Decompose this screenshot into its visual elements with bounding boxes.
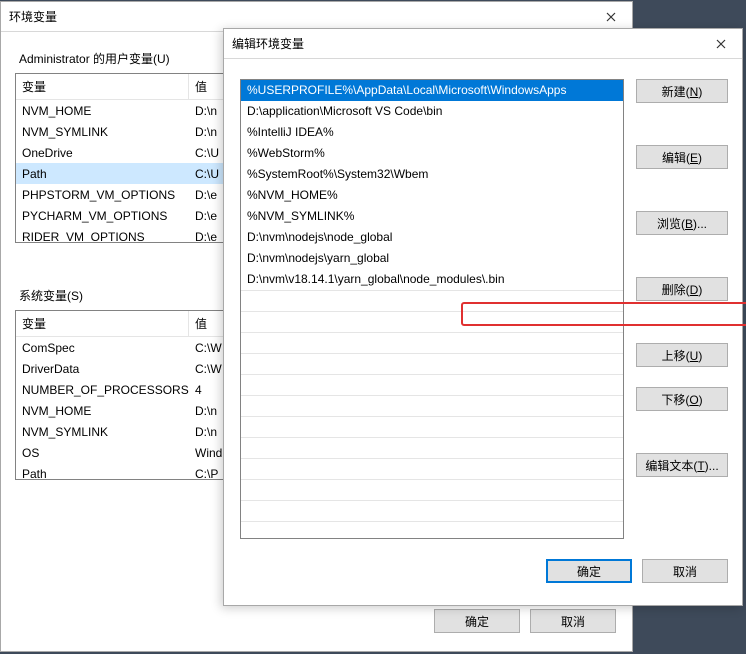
list-item[interactable]: D:\nvm\nodejs\yarn_global: [241, 248, 623, 269]
list-item[interactable]: %SystemRoot%\System32\Wbem: [241, 164, 623, 185]
var-name: DriverData: [16, 360, 189, 378]
new-button[interactable]: 新建(N): [636, 79, 728, 103]
close-icon[interactable]: [700, 30, 742, 58]
edit-text-button[interactable]: 编辑文本(T)...: [636, 453, 728, 477]
dialog-title-text: 环境变量: [9, 8, 57, 25]
list-item[interactable]: D:\nvm\v18.14.1\yarn_global\node_modules…: [241, 269, 623, 290]
list-item[interactable]: %NVM_SYMLINK%: [241, 206, 623, 227]
var-name: NVM_SYMLINK: [16, 423, 189, 441]
var-name: NVM_HOME: [16, 402, 189, 420]
var-name: Path: [16, 165, 189, 183]
list-item[interactable]: D:\application\Microsoft VS Code\bin: [241, 101, 623, 122]
move-down-button[interactable]: 下移(O): [636, 387, 728, 411]
edit-cancel-button[interactable]: 取消: [642, 559, 728, 583]
dialog-titlebar: 编辑环境变量: [224, 29, 742, 59]
env-cancel-button[interactable]: 取消: [530, 609, 616, 633]
list-item[interactable]: %WebStorm%: [241, 143, 623, 164]
list-item[interactable]: %USERPROFILE%\AppData\Local\Microsoft\Wi…: [241, 80, 623, 101]
var-name: OneDrive: [16, 144, 189, 162]
close-icon[interactable]: [590, 3, 632, 31]
browse-button[interactable]: 浏览(B)...: [636, 211, 728, 235]
var-name: ComSpec: [16, 339, 189, 357]
list-item[interactable]: %IntelliJ IDEA%: [241, 122, 623, 143]
var-name: NUMBER_OF_PROCESSORS: [16, 381, 189, 399]
sys-vars-header-name[interactable]: 变量: [16, 311, 189, 336]
dialog-title-text: 编辑环境变量: [232, 35, 304, 52]
var-name: PYCHARM_VM_OPTIONS: [16, 207, 189, 225]
edit-button[interactable]: 编辑(E): [636, 145, 728, 169]
side-buttons: 新建(N) 编辑(E) 浏览(B)... 删除(D) 上移(U) 下移(O) 编…: [636, 79, 728, 539]
var-name: PHPSTORM_VM_OPTIONS: [16, 186, 189, 204]
user-vars-header-name[interactable]: 变量: [16, 74, 189, 99]
var-name: Path: [16, 465, 189, 481]
path-entries-list[interactable]: %USERPROFILE%\AppData\Local\Microsoft\Wi…: [240, 79, 624, 539]
list-item[interactable]: D:\nvm\nodejs\node_global: [241, 227, 623, 248]
edit-env-var-dialog: 编辑环境变量 %USERPROFILE%\AppData\Local\Micro…: [223, 28, 743, 606]
var-name: NVM_HOME: [16, 102, 189, 120]
delete-button[interactable]: 删除(D): [636, 277, 728, 301]
list-item[interactable]: %NVM_HOME%: [241, 185, 623, 206]
var-name: NVM_SYMLINK: [16, 123, 189, 141]
var-name: OS: [16, 444, 189, 462]
env-ok-button[interactable]: 确定: [434, 609, 520, 633]
var-name: RIDER_VM_OPTIONS: [16, 228, 189, 244]
move-up-button[interactable]: 上移(U): [636, 343, 728, 367]
edit-ok-button[interactable]: 确定: [546, 559, 632, 583]
